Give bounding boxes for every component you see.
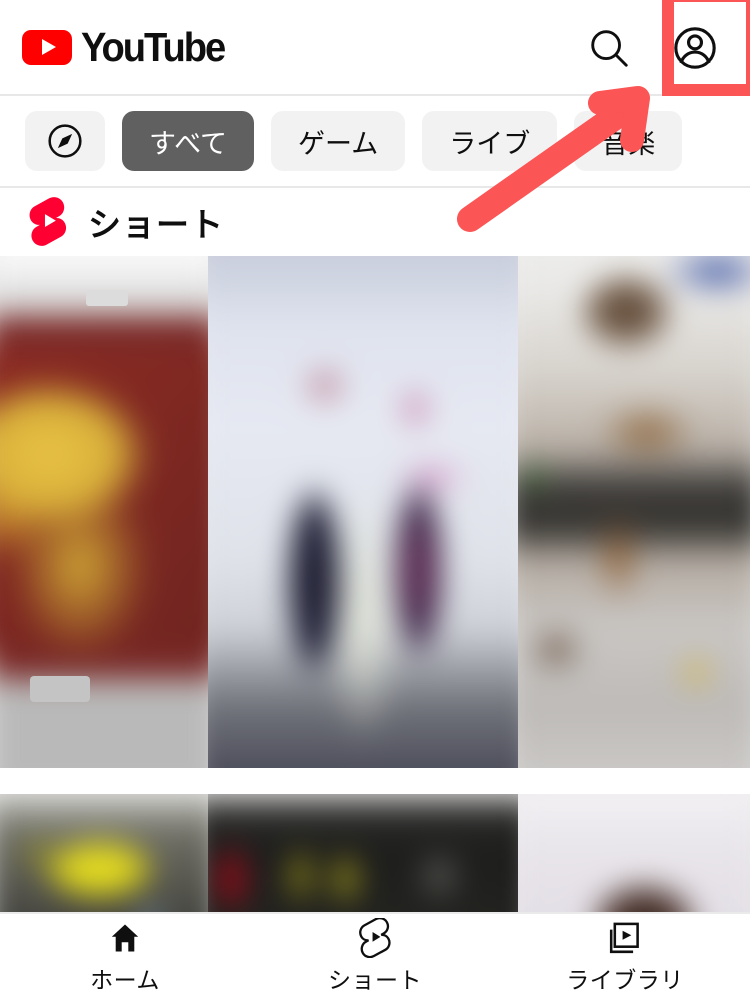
- chip-gaming[interactable]: ゲーム: [271, 111, 406, 171]
- home-icon: [111, 924, 139, 951]
- shorts-row-1: [0, 256, 750, 768]
- shorts-row-2: [0, 794, 750, 912]
- home-icon-wrapper: [107, 920, 143, 956]
- short-thumbnail-2[interactable]: [208, 256, 518, 768]
- chip-gaming-label: ゲーム: [298, 128, 379, 159]
- chip-music[interactable]: 音楽: [574, 111, 683, 171]
- category-chip-bar[interactable]: すべて ゲーム ライブ 音楽: [0, 96, 750, 188]
- shorts-logo-icon: [29, 197, 67, 246]
- youtube-mobile-app: YouTube すべて ゲーム ライブ 音楽 ショート ホーム ショート ライブ…: [0, 0, 750, 1000]
- youtube-logo[interactable]: YouTube: [22, 23, 235, 70]
- nav-item-shorts[interactable]: ショート: [250, 913, 500, 1000]
- chip-live[interactable]: ライブ: [422, 111, 558, 171]
- short-thumbnail-3[interactable]: [518, 256, 750, 768]
- nav-item-home[interactable]: ホーム: [0, 913, 250, 1000]
- app-header: YouTube: [0, 0, 750, 96]
- chip-all-label: すべて: [149, 128, 228, 159]
- short-thumbnail-5[interactable]: [208, 794, 518, 912]
- chip-explore[interactable]: [25, 111, 105, 171]
- nav-label-library: ライブラリ: [566, 966, 684, 993]
- shorts-grid[interactable]: [0, 256, 750, 912]
- short-thumbnail-4[interactable]: [0, 794, 208, 912]
- short-thumbnail-6[interactable]: [518, 794, 750, 912]
- chip-all[interactable]: すべて: [122, 111, 255, 171]
- nav-item-library[interactable]: ライブラリ: [500, 913, 750, 1000]
- shorts-outline-icon: [359, 917, 391, 958]
- short-thumbnail-1[interactable]: [0, 256, 208, 768]
- chip-live-label: ライブ: [449, 128, 531, 159]
- account-circle-icon: [674, 27, 716, 69]
- shorts-outline-icon-wrapper: [357, 917, 393, 958]
- youtube-play-badge-icon: [22, 29, 72, 65]
- search-button[interactable]: [577, 16, 641, 80]
- bottom-navigation-bar: ホーム ショート ライブラリ: [0, 912, 750, 1000]
- library-icon: [609, 922, 639, 953]
- chip-music-label: 音楽: [601, 128, 656, 159]
- compass-explore-icon: [48, 124, 82, 158]
- account-icon-button[interactable]: [663, 16, 727, 80]
- nav-label-home: ホーム: [90, 966, 160, 993]
- header-actions: [577, 0, 750, 96]
- shorts-section-header: ショート: [0, 188, 750, 256]
- shorts-section-title: ショート: [88, 206, 224, 243]
- youtube-wordmark: YouTube: [81, 23, 226, 70]
- search-icon: [591, 30, 628, 67]
- library-icon-wrapper: [607, 920, 643, 956]
- nav-label-shorts: ショート: [328, 966, 422, 993]
